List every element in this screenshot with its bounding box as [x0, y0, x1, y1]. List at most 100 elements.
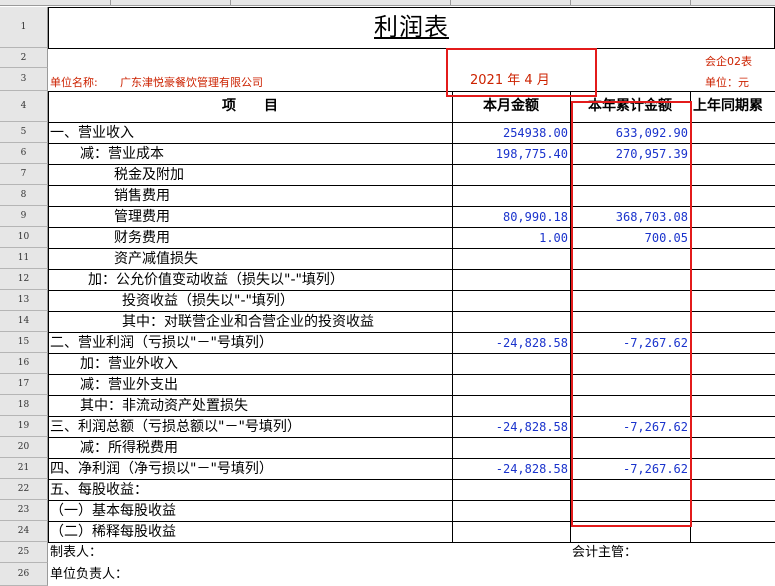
month-amount-cell[interactable]: -24,828.58 [452, 333, 568, 353]
month-amount-cell[interactable]: 80,990.18 [452, 207, 568, 227]
row-header[interactable]: 15 [0, 332, 48, 353]
row-number: 19 [17, 421, 30, 431]
row-label[interactable]: 五、每股收益： [50, 480, 148, 500]
company-label[interactable]: 单位名称: [50, 73, 98, 93]
row-header[interactable]: 1 [0, 7, 48, 48]
row-label[interactable]: 管理费用 [114, 207, 170, 227]
row-number: 23 [17, 505, 30, 515]
row-header[interactable]: 7 [0, 164, 48, 185]
row-number: 10 [17, 232, 30, 242]
accountant-label[interactable]: 会计主管： [572, 543, 637, 563]
row-header[interactable]: 10 [0, 227, 48, 248]
header-item[interactable]: 项 目 [48, 96, 452, 116]
row-header[interactable]: 24 [0, 521, 48, 542]
row-header[interactable]: 17 [0, 374, 48, 395]
row-number: 26 [17, 569, 30, 579]
responsible-label[interactable]: 单位负责人： [50, 565, 128, 585]
row-label[interactable]: 资产减值损失 [114, 249, 198, 269]
row-header[interactable]: 25 [0, 542, 48, 563]
row-number: 13 [17, 295, 30, 305]
month-amount-cell[interactable]: 254938.00 [452, 123, 568, 143]
row-header[interactable]: 20 [0, 437, 48, 458]
column-separator [230, 0, 231, 6]
row-label[interactable]: 销售费用 [114, 186, 170, 206]
row-number: 18 [17, 400, 30, 410]
row-number: 1 [20, 22, 27, 32]
row-label[interactable]: 二、营业利润（亏损以"－"号填列） [50, 333, 273, 353]
row-header[interactable]: 26 [0, 563, 48, 586]
row-header[interactable]: 9 [0, 206, 48, 227]
column-header-strip[interactable] [0, 0, 775, 6]
row-label[interactable]: 其中：非流动资产处置损失 [80, 396, 248, 416]
row-label[interactable]: 其中：对联营企业和合营企业的投资收益 [122, 312, 374, 332]
form-code[interactable]: 会企02表 [705, 52, 752, 72]
row-header[interactable]: 13 [0, 290, 48, 311]
header-month[interactable]: 本月金额 [452, 96, 570, 116]
row-number: 7 [20, 169, 27, 179]
row-header[interactable]: 16 [0, 353, 48, 374]
row-label[interactable]: 减：所得税费用 [80, 438, 178, 458]
report-title[interactable]: 利润表 [48, 7, 775, 48]
row-label[interactable]: 税金及附加 [114, 165, 184, 185]
row-header[interactable]: 2 [0, 48, 48, 68]
row-number: 17 [17, 379, 30, 389]
month-amount-cell[interactable]: 1.00 [452, 228, 568, 248]
row-header[interactable]: 22 [0, 479, 48, 500]
period-highlight-box [446, 48, 597, 97]
row-number: 16 [17, 358, 30, 368]
row-label[interactable]: 四、净利润（净亏损以"－"号填列） [50, 459, 273, 479]
row-number: 21 [17, 463, 30, 473]
grid-line [48, 542, 775, 543]
column-separator [110, 0, 111, 6]
row-number: 11 [17, 253, 30, 263]
row-number: 8 [20, 190, 27, 200]
row-header[interactable]: 19 [0, 416, 48, 437]
month-amount-cell[interactable]: -24,828.58 [452, 417, 568, 437]
row-label[interactable]: （一）基本每股收益 [50, 501, 176, 521]
row-header[interactable]: 23 [0, 500, 48, 521]
row-header[interactable]: 5 [0, 122, 48, 143]
row-number: 4 [20, 101, 27, 111]
row-label[interactable]: 一、营业收入 [50, 123, 134, 143]
row-header[interactable]: 21 [0, 458, 48, 479]
row-number: 24 [17, 526, 30, 536]
column-separator [570, 0, 571, 6]
grid-line [48, 48, 775, 49]
row-number: 2 [20, 52, 27, 63]
unit-label[interactable]: 单位：元 [705, 73, 749, 93]
row-label[interactable]: 加：营业外收入 [80, 354, 178, 374]
row-label[interactable]: 加：公允价值变动收益（损失以"-"填列） [88, 270, 344, 290]
row-header[interactable]: 11 [0, 248, 48, 269]
row-header[interactable]: 3 [0, 68, 48, 91]
row-header[interactable]: 12 [0, 269, 48, 290]
preparer-label[interactable]: 制表人： [50, 543, 102, 563]
row-number: 5 [20, 127, 27, 137]
row-label[interactable]: 投资收益（损失以"-"填列） [122, 291, 294, 311]
row-number: 22 [17, 484, 30, 494]
row-header[interactable]: 4 [0, 91, 48, 122]
company-name[interactable]: 广东津悦豪餐饮管理有限公司 [120, 73, 263, 93]
grid-line [48, 91, 49, 542]
column-separator [450, 0, 451, 6]
row-header[interactable]: 14 [0, 311, 48, 332]
row-number: 14 [17, 316, 30, 326]
row-label[interactable]: （二）稀释每股收益 [50, 522, 176, 542]
row-number: 12 [17, 274, 30, 284]
row-label[interactable]: 减：营业成本 [80, 144, 164, 164]
row-number: 25 [17, 547, 30, 557]
ytd-highlight-box [571, 101, 692, 527]
month-amount-cell[interactable]: 198,775.40 [452, 144, 568, 164]
row-number: 9 [20, 211, 27, 221]
row-header[interactable]: 6 [0, 143, 48, 164]
row-label[interactable]: 财务费用 [114, 228, 170, 248]
row-label[interactable]: 减：营业外支出 [80, 375, 178, 395]
header-prev-year[interactable]: 上年同期累 [693, 96, 775, 116]
row-number: 6 [20, 148, 27, 158]
row-header[interactable]: 18 [0, 395, 48, 416]
row-number: 3 [20, 74, 27, 84]
spreadsheet: 1 2 3 4 5 6 7 8 9 10 11 12 13 14 15 16 17 18 19 20 21 22 23 24 2… [0, 0, 775, 586]
column-separator [690, 0, 691, 6]
row-label[interactable]: 三、利润总额（亏损总额以"－"号填列） [50, 417, 301, 437]
month-amount-cell[interactable]: -24,828.58 [452, 459, 568, 479]
row-header[interactable]: 8 [0, 185, 48, 206]
